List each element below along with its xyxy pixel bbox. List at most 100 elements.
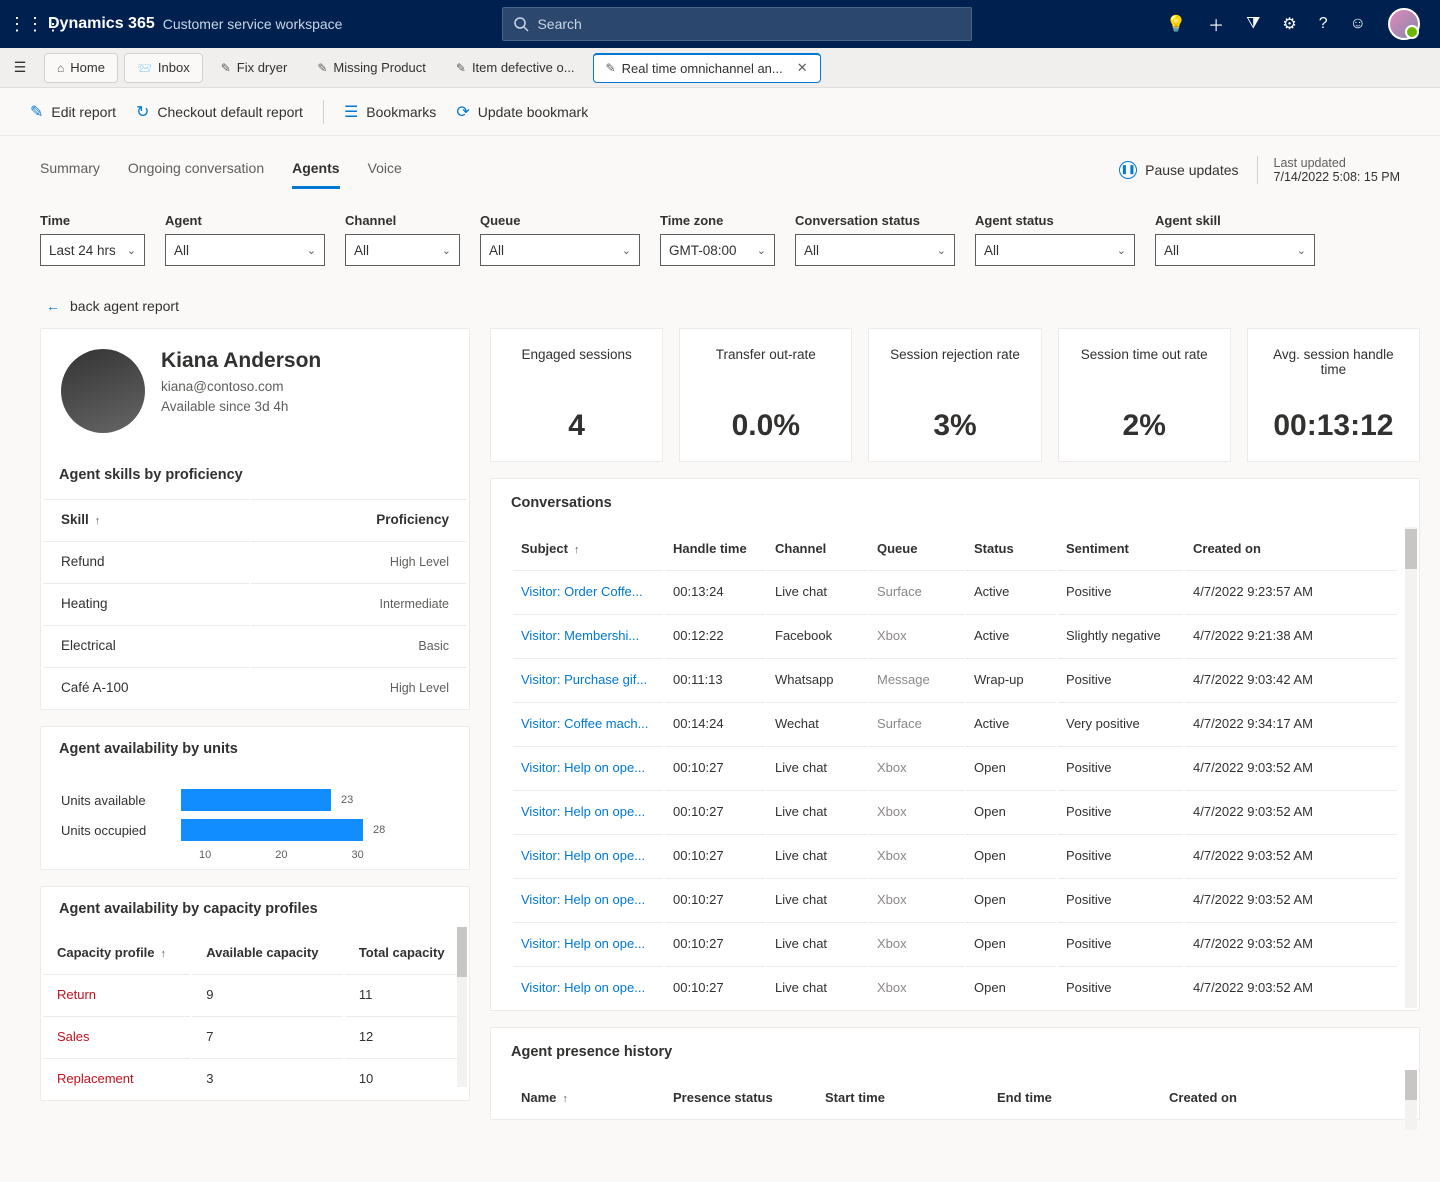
available-capacity-header[interactable]: Available capacity xyxy=(192,933,343,972)
close-icon[interactable]: ✕ xyxy=(797,60,808,76)
skill-proficiency: Basic xyxy=(251,625,467,665)
col-handle-time[interactable]: Handle time xyxy=(665,529,765,568)
settings-icon[interactable]: ⚙ xyxy=(1282,14,1296,34)
add-icon[interactable]: ＋ xyxy=(1208,12,1224,36)
edit-report-button[interactable]: ✎Edit report xyxy=(30,102,116,122)
col-status[interactable]: Status xyxy=(966,529,1056,568)
scrollbar[interactable] xyxy=(1405,527,1417,1008)
tab-voice[interactable]: Voice xyxy=(368,150,402,189)
col-created-on[interactable]: Created on xyxy=(1161,1078,1397,1117)
created-on: 4/7/2022 9:03:52 AM xyxy=(1185,834,1397,876)
total-capacity: 12 xyxy=(345,1016,467,1056)
filter-label: Agent skill xyxy=(1155,213,1315,228)
back-link[interactable]: ← back agent report xyxy=(0,274,1440,328)
conversation-subject-link[interactable]: Visitor: Help on ope... xyxy=(513,790,663,832)
session-tab[interactable]: ✎Item defective o... xyxy=(444,53,587,83)
app-launcher-icon[interactable]: ⋮⋮⋮ xyxy=(8,14,48,35)
filter-label: Time xyxy=(40,213,145,228)
capacity-profile-link[interactable]: Replacement xyxy=(43,1058,190,1098)
kpi-card: Session rejection rate3% xyxy=(868,328,1041,462)
feedback-icon[interactable]: ☺ xyxy=(1350,15,1366,33)
total-capacity-header[interactable]: Total capacity xyxy=(345,933,467,972)
filter-agent-select[interactable]: All⌄ xyxy=(165,234,325,266)
conversation-subject-link[interactable]: Visitor: Coffee mach... xyxy=(513,702,663,744)
tab-agents[interactable]: Agents xyxy=(292,150,339,189)
conversation-subject-link[interactable]: Visitor: Help on ope... xyxy=(513,922,663,964)
capacity-profile-link[interactable]: Sales xyxy=(43,1016,190,1056)
table-row: Visitor: Order Coffe...00:13:24Live chat… xyxy=(513,570,1397,612)
status: Open xyxy=(966,790,1056,832)
tab-summary[interactable]: Summary xyxy=(40,150,100,189)
capacity-profile-link[interactable]: Return xyxy=(43,974,190,1014)
conversation-subject-link[interactable]: Visitor: Order Coffe... xyxy=(513,570,663,612)
conversation-subject-link[interactable]: Visitor: Membershi... xyxy=(513,614,663,656)
conversation-subject-link[interactable]: Visitor: Help on ope... xyxy=(513,834,663,876)
card-title: Conversations xyxy=(491,479,1419,527)
col-end-time[interactable]: End time xyxy=(989,1078,1159,1117)
filter-queue-select[interactable]: All⌄ xyxy=(480,234,640,266)
global-search-input[interactable]: Search xyxy=(502,7,972,41)
capacity-profile-header[interactable]: Capacity profile↑ xyxy=(43,933,190,972)
edit-icon: ✎ xyxy=(221,61,231,75)
sort-up-icon: ↑ xyxy=(562,1093,568,1105)
scrollbar[interactable] xyxy=(1405,1070,1417,1130)
proficiency-header[interactable]: Proficiency xyxy=(251,499,467,539)
pause-updates-button[interactable]: ❚❚ Pause updates xyxy=(1119,161,1238,179)
tab-ongoing[interactable]: Ongoing conversation xyxy=(128,150,264,189)
sentiment: Positive xyxy=(1058,878,1183,920)
checkout-report-button[interactable]: ↻Checkout default report xyxy=(136,102,303,122)
conversation-subject-link[interactable]: Visitor: Help on ope... xyxy=(513,966,663,1008)
bar-row: Units available23 xyxy=(61,789,449,811)
filter-icon[interactable]: ⧩ xyxy=(1246,15,1260,33)
filter-label: Agent status xyxy=(975,213,1135,228)
queue: Surface xyxy=(869,702,964,744)
session-tab[interactable]: ⌂Home xyxy=(44,53,118,83)
back-label: back agent report xyxy=(70,298,179,314)
col-queue[interactable]: Queue xyxy=(869,529,964,568)
skill-header[interactable]: Skill↑ xyxy=(43,499,249,539)
conversation-subject-link[interactable]: Visitor: Purchase gif... xyxy=(513,658,663,700)
bookmarks-button[interactable]: ☰Bookmarks xyxy=(344,102,436,122)
handle-time: 00:10:27 xyxy=(665,834,765,876)
status: Open xyxy=(966,966,1056,1008)
filter-channel-select[interactable]: All⌄ xyxy=(345,234,460,266)
created-on: 4/7/2022 9:03:52 AM xyxy=(1185,922,1397,964)
col-start-time[interactable]: Start time xyxy=(817,1078,987,1117)
table-row: Visitor: Membershi...00:12:22FacebookXbo… xyxy=(513,614,1397,656)
user-avatar[interactable] xyxy=(1388,8,1420,40)
session-tab[interactable]: ✎Fix dryer xyxy=(209,53,300,83)
filter-label: Queue xyxy=(480,213,640,228)
session-tab[interactable]: ✎Missing Product xyxy=(305,53,438,83)
session-tab[interactable]: ✎Real time omnichannel an...✕ xyxy=(593,53,821,83)
queue: Xbox xyxy=(869,834,964,876)
brand-name: Dynamics 365 xyxy=(48,15,155,33)
conversation-subject-link[interactable]: Visitor: Help on ope... xyxy=(513,878,663,920)
col-created[interactable]: Created on xyxy=(1185,529,1397,568)
help-icon[interactable]: ? xyxy=(1319,15,1328,33)
session-tab[interactable]: 📨Inbox xyxy=(124,53,203,83)
col-name[interactable]: Name↑ xyxy=(513,1078,663,1117)
presence-history-card: Agent presence history Name↑ Presence st… xyxy=(490,1027,1420,1120)
handle-time: 00:12:22 xyxy=(665,614,765,656)
filter-time-zone-select[interactable]: GMT-08:00⌄ xyxy=(660,234,775,266)
filter-conversation-status-select[interactable]: All⌄ xyxy=(795,234,955,266)
bar-value: 23 xyxy=(341,794,353,806)
filter-time-select[interactable]: Last 24 hrs⌄ xyxy=(40,234,145,266)
queue: Xbox xyxy=(869,746,964,788)
kpi-value: 3% xyxy=(883,409,1026,443)
lightbulb-icon[interactable]: 💡 xyxy=(1166,14,1186,34)
chevron-down-icon: ⌄ xyxy=(1117,244,1126,257)
scrollbar[interactable] xyxy=(457,927,467,1087)
col-sentiment[interactable]: Sentiment xyxy=(1058,529,1183,568)
conversation-subject-link[interactable]: Visitor: Help on ope... xyxy=(513,746,663,788)
filter-agent-skill-select[interactable]: All⌄ xyxy=(1155,234,1315,266)
nav-toggle-icon[interactable]: ☰ xyxy=(8,59,32,76)
update-bookmark-button[interactable]: ⟳Update bookmark xyxy=(456,102,588,122)
col-subject[interactable]: Subject↑ xyxy=(513,529,663,568)
col-presence-status[interactable]: Presence status xyxy=(665,1078,815,1117)
filter-agent-status-select[interactable]: All⌄ xyxy=(975,234,1135,266)
kpi-label: Engaged sessions xyxy=(505,347,648,381)
col-channel[interactable]: Channel xyxy=(767,529,867,568)
available-capacity: 9 xyxy=(192,974,343,1014)
sort-up-icon: ↑ xyxy=(95,515,101,527)
